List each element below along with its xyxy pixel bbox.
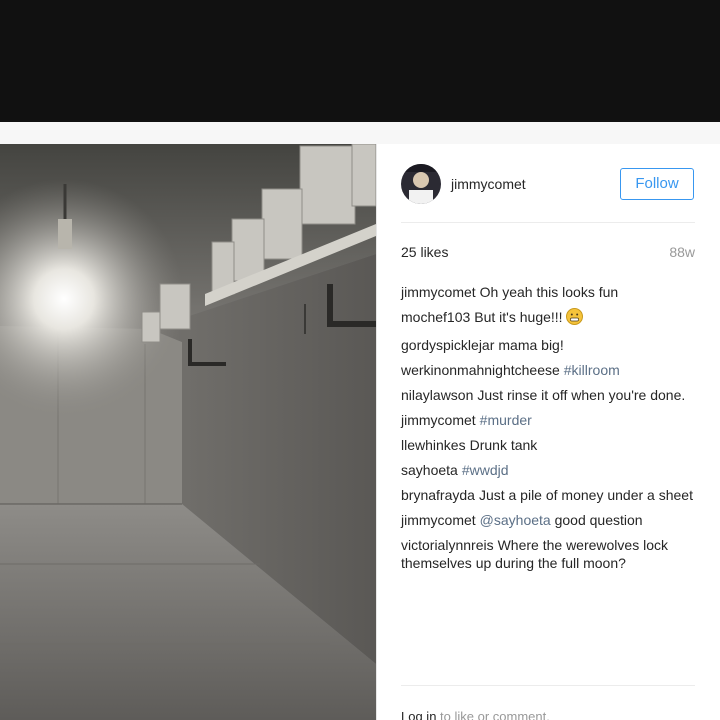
comment-text: good question: [550, 512, 643, 528]
post-timestamp[interactable]: 88w: [669, 244, 695, 260]
comment-hashtag[interactable]: #murder: [480, 412, 532, 428]
comment-mention[interactable]: @sayhoeta: [480, 512, 551, 528]
comment-username[interactable]: werkinonmahnightcheese: [401, 362, 560, 378]
comment-username[interactable]: jimmycomet: [401, 412, 476, 428]
likes-count[interactable]: 25 likes: [401, 244, 448, 260]
comment-text: But it's huge!!!: [474, 309, 567, 325]
comment-hashtag[interactable]: #killroom: [564, 362, 620, 378]
comment-item: llewhinkes Drunk tank: [401, 436, 693, 454]
comment-username[interactable]: mochef103: [401, 309, 470, 325]
page-background-strip: [0, 122, 720, 144]
comment-item: sayhoeta #wwdjd: [401, 461, 693, 479]
comment-text: Drunk tank: [469, 437, 538, 453]
comment-username[interactable]: gordyspicklejar: [401, 337, 494, 353]
header-divider: [401, 222, 695, 223]
comment-text: Just rinse it off when you're done.: [477, 387, 686, 403]
login-link[interactable]: Log in: [401, 709, 436, 720]
comment-item: victorialynnreis Where the werewolves loc…: [401, 536, 693, 572]
login-prompt: Log in to like or comment.: [401, 709, 550, 720]
comment-hashtag[interactable]: #wwdjd: [462, 462, 509, 478]
avatar-photo: [401, 164, 441, 204]
comment-item: nilaylawson Just rinse it off when you're…: [401, 386, 693, 404]
comment-username[interactable]: nilaylawson: [401, 387, 473, 403]
comment-item: jimmycomet Oh yeah this looks fun: [401, 283, 693, 301]
comment-item: werkinonmahnightcheese #killroom: [401, 361, 693, 379]
comment-text: Just a pile of money under a sheet: [478, 487, 693, 503]
comment-username[interactable]: sayhoeta: [401, 462, 458, 478]
post-header: jimmycomet Follow: [401, 164, 697, 206]
follow-button[interactable]: Follow: [620, 168, 694, 200]
more-options-icon[interactable]: ...: [667, 714, 682, 720]
comment-username[interactable]: jimmycomet: [401, 284, 476, 300]
likes-row: 25 likes 88w: [401, 244, 695, 264]
comment-item: jimmycomet #murder: [401, 411, 693, 429]
comment-username[interactable]: brynafrayda: [401, 487, 475, 503]
comment-item: mochef103 But it's huge!!!: [401, 308, 693, 329]
comment-text: mama big!: [498, 337, 564, 353]
comment-item: jimmycomet @sayhoeta good question: [401, 511, 693, 529]
walk-in-room-photo: [0, 144, 376, 720]
comment-username[interactable]: llewhinkes: [401, 437, 466, 453]
grimacing-face-icon: [566, 308, 584, 329]
comment-text: Oh yeah this looks fun: [479, 284, 619, 300]
comments-list: jimmycomet Oh yeah this looks fun mochef1…: [401, 283, 693, 579]
comment-item: brynafrayda Just a pile of money under a …: [401, 486, 693, 504]
black-top-bar: [0, 0, 720, 122]
post-photo[interactable]: [0, 144, 376, 720]
post-sidebar: jimmycomet Follow 25 likes 88w jimmycome…: [376, 144, 720, 720]
comment-username[interactable]: jimmycomet: [401, 512, 476, 528]
comment-item: gordyspicklejar mama big!: [401, 336, 693, 354]
comment-username[interactable]: victorialynnreis: [401, 537, 494, 553]
avatar[interactable]: [401, 164, 441, 204]
footer-divider: [401, 685, 695, 686]
login-prompt-text: to like or comment.: [440, 709, 550, 720]
post-author-username[interactable]: jimmycomet: [451, 176, 526, 192]
